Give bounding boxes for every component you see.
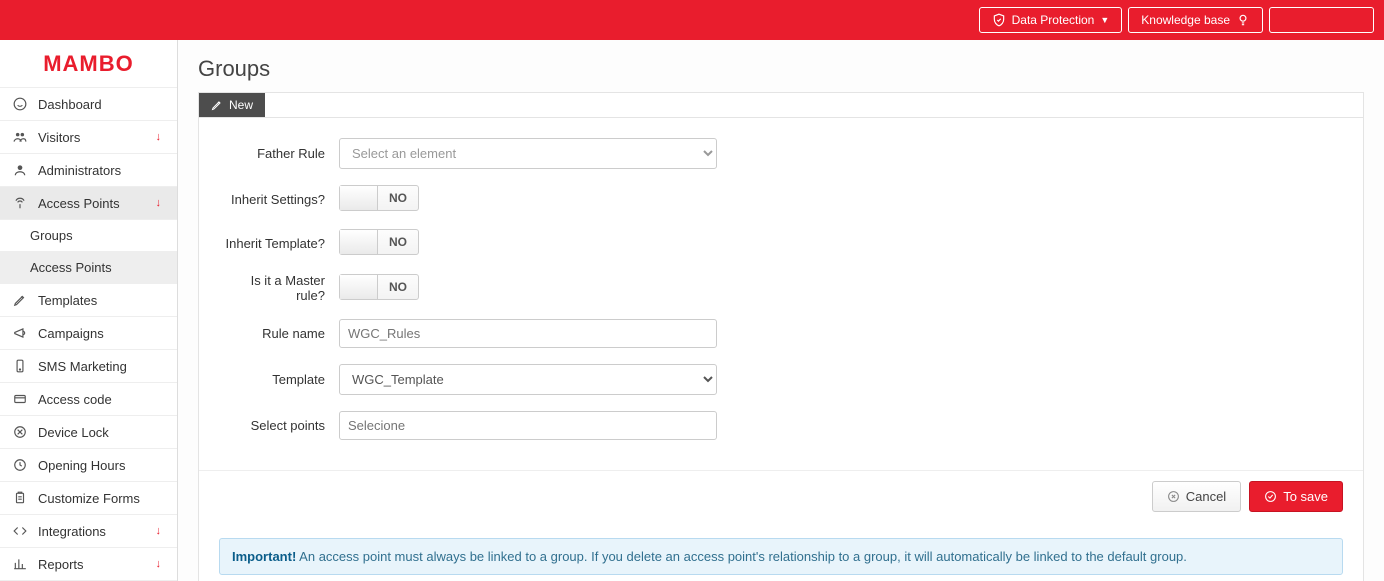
template-select[interactable]: WGC_Template <box>339 364 717 395</box>
save-button[interactable]: To save <box>1249 481 1343 512</box>
sidebar-item-device-lock[interactable]: Device Lock <box>0 416 177 449</box>
cancel-button[interactable]: Cancel <box>1152 481 1241 512</box>
logo: MAMBO <box>0 40 177 88</box>
select-points-input[interactable] <box>339 411 717 440</box>
chevron-down-icon: ↓ <box>152 525 166 537</box>
smile-icon <box>12 96 28 112</box>
sidebar-item-integrations[interactable]: Integrations ↓ <box>0 515 177 548</box>
template-label: Template <box>219 372 339 387</box>
sidebar-item-access-points-sub[interactable]: Access Points <box>0 252 177 284</box>
sidebar-label: Reports <box>38 557 84 572</box>
alert-text: An access point must always be linked to… <box>296 549 1187 564</box>
knowledge-base-button[interactable]: Knowledge base <box>1128 7 1263 33</box>
sidebar-item-access-points[interactable]: Access Points ↓ <box>0 187 177 220</box>
page-title: Groups <box>198 56 1364 82</box>
inherit-settings-label: Inherit Settings? <box>219 192 339 207</box>
sidebar-label: SMS Marketing <box>38 359 127 374</box>
clock-icon <box>12 457 28 473</box>
code-icon <box>12 523 28 539</box>
check-circle-icon <box>1264 490 1277 503</box>
chevron-down-icon: ↓ <box>152 197 166 209</box>
lock-x-icon <box>12 424 28 440</box>
sidebar-item-access-code[interactable]: Access code <box>0 383 177 416</box>
father-rule-label: Father Rule <box>219 146 339 161</box>
master-rule-toggle[interactable]: NO <box>339 274 419 300</box>
sidebar-item-campaigns[interactable]: Campaigns <box>0 317 177 350</box>
topbar-account-area[interactable] <box>1269 7 1374 33</box>
users-icon <box>12 129 28 145</box>
info-alert: Important! An access point must always b… <box>219 538 1343 575</box>
sidebar-label: Campaigns <box>38 326 104 341</box>
sidebar-label: Integrations <box>38 524 106 539</box>
sidebar-item-visitors[interactable]: Visitors ↓ <box>0 121 177 154</box>
sidebar-item-sms-marketing[interactable]: SMS Marketing <box>0 350 177 383</box>
sidebar: MAMBO Dashboard Visitors ↓ Administrator… <box>0 40 178 581</box>
chevron-down-icon: ↓ <box>152 558 166 570</box>
inherit-settings-toggle[interactable]: NO <box>339 185 419 211</box>
main-content: Groups New Father Rule Select an element <box>178 40 1384 581</box>
new-label: New <box>229 98 253 112</box>
x-circle-icon <box>1167 490 1180 503</box>
card-icon <box>12 391 28 407</box>
sidebar-item-templates[interactable]: Templates <box>0 284 177 317</box>
inherit-template-toggle[interactable]: NO <box>339 229 419 255</box>
master-rule-label: Is it a Master rule? <box>219 273 339 303</box>
data-protection-button[interactable]: Data Protection ▼ <box>979 7 1123 33</box>
form-body: Father Rule Select an element Inherit Se… <box>199 118 1363 466</box>
sidebar-item-opening-hours[interactable]: Opening Hours <box>0 449 177 482</box>
caret-down-icon: ▼ <box>1100 15 1109 25</box>
knowledge-base-label: Knowledge base <box>1141 13 1230 27</box>
sidebar-label: Device Lock <box>38 425 109 440</box>
topbar: Data Protection ▼ Knowledge base <box>0 0 1384 40</box>
sidebar-label: Access Points <box>30 260 112 275</box>
new-button[interactable]: New <box>199 93 265 117</box>
sidebar-item-groups[interactable]: Groups <box>0 220 177 252</box>
antenna-icon <box>12 195 28 211</box>
edit-icon <box>211 99 223 111</box>
father-rule-select[interactable]: Select an element <box>339 138 717 169</box>
user-icon <box>12 162 28 178</box>
toggle-value: NO <box>378 235 418 249</box>
action-bar: Cancel To save <box>199 470 1363 528</box>
sidebar-label: Visitors <box>38 130 80 145</box>
select-points-label: Select points <box>219 418 339 433</box>
toggle-value: NO <box>378 280 418 294</box>
sidebar-label: Access Points <box>38 196 120 211</box>
save-label: To save <box>1283 489 1328 504</box>
inherit-template-label: Inherit Template? <box>219 236 339 251</box>
sidebar-item-dashboard[interactable]: Dashboard <box>0 88 177 121</box>
logo-text: MAMBO <box>43 51 134 77</box>
shield-icon <box>992 13 1006 27</box>
sidebar-item-customize-forms[interactable]: Customize Forms <box>0 482 177 515</box>
form-panel: New Father Rule Select an element Inheri… <box>198 92 1364 581</box>
sidebar-item-administrators[interactable]: Administrators <box>0 154 177 187</box>
sidebar-label: Administrators <box>38 163 121 178</box>
toggle-value: NO <box>378 191 418 205</box>
sidebar-label: Access code <box>38 392 112 407</box>
pencil-icon <box>12 292 28 308</box>
cancel-label: Cancel <box>1186 489 1226 504</box>
data-protection-label: Data Protection <box>1012 13 1095 27</box>
rule-name-input[interactable] <box>339 319 717 348</box>
megaphone-icon <box>12 325 28 341</box>
sidebar-label: Dashboard <box>38 97 102 112</box>
toggle-knob <box>340 275 378 299</box>
chevron-down-icon: ↓ <box>152 131 166 143</box>
alert-strong: Important! <box>232 549 296 564</box>
sidebar-label: Templates <box>38 293 97 308</box>
sidebar-item-reports[interactable]: Reports ↓ <box>0 548 177 581</box>
clipboard-icon <box>12 490 28 506</box>
sidebar-label: Opening Hours <box>38 458 125 473</box>
rule-name-label: Rule name <box>219 326 339 341</box>
chart-icon <box>12 556 28 572</box>
sidebar-label: Groups <box>30 228 73 243</box>
toggle-knob <box>340 230 378 254</box>
sidebar-label: Customize Forms <box>38 491 140 506</box>
panel-header: New <box>199 93 1363 118</box>
lightbulb-icon <box>1236 13 1250 27</box>
toggle-knob <box>340 186 378 210</box>
phone-icon <box>12 358 28 374</box>
